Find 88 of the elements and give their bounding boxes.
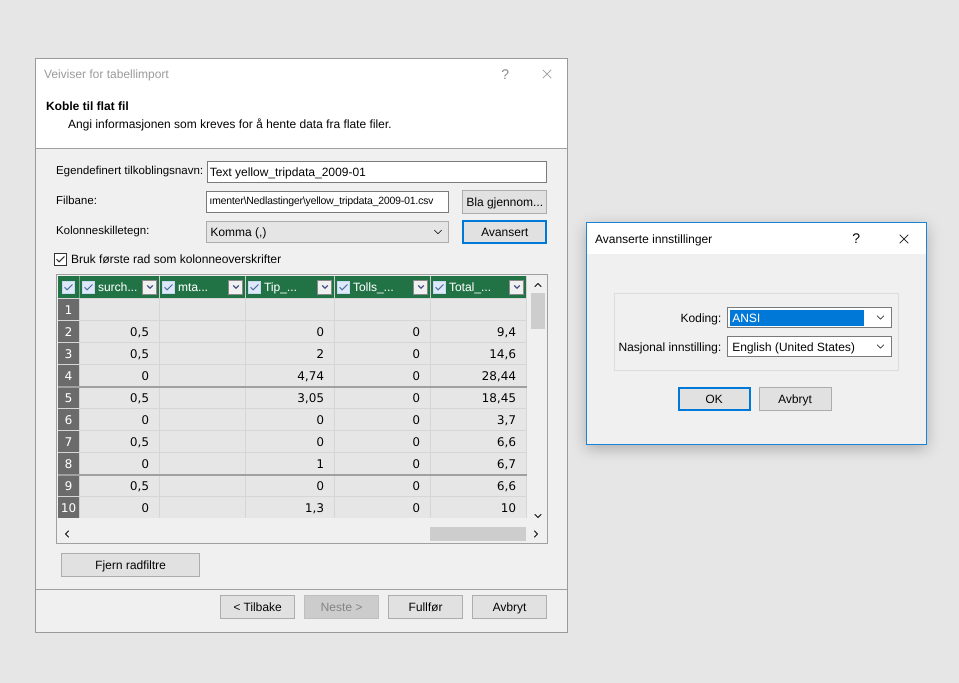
row-number: 7 [58,431,80,452]
table-cell: 0 [335,431,431,452]
row-number: 2 [58,321,80,342]
filter-dropdown-button[interactable] [317,280,332,294]
table-cell: 6,6 [431,431,527,452]
table-cell: 0 [335,365,431,386]
dialog-button[interactable]: OK [678,387,750,411]
window-title: Avanserte innstillinger [595,230,712,248]
column-header[interactable]: Total_... [431,276,527,298]
scroll-thumb[interactable] [430,526,526,540]
dialog-button[interactable]: < Tilbake [220,595,295,619]
table-cell: 0 [335,476,431,496]
field-label: Filbane: [56,194,98,210]
dropdown-field[interactable]: Komma (,) [206,221,450,243]
caret-icon [230,282,240,292]
column-header[interactable]: Tip_... [246,276,335,298]
table-cell: 0 [335,321,431,342]
column-header[interactable]: mta... [160,276,246,298]
table-cell: 0 [80,497,160,518]
input-field[interactable]: Text yellow_tripdata_2009-01 [206,161,547,183]
row-number: 1 [58,299,80,320]
checkbox-label: Bruk første rad som kolonneoverskrifter [71,251,282,268]
dialog-button[interactable]: Fullfør [388,595,463,619]
table-cell: 2 [246,343,335,364]
row-number: 3 [58,343,80,364]
field-label: Koding: [679,310,722,326]
page-heading: Koble til flat fil [46,98,130,115]
field-label: Kolonneskilletegn: [56,224,150,240]
window-title: Veiviser for tabellimport [44,66,169,83]
table-cell: 0 [80,453,160,474]
dialog-button[interactable]: Avbryt [472,595,547,619]
checkbox[interactable] [54,252,67,266]
table-cell: 0,5 [80,343,160,364]
dialog-button[interactable]: Fjern radfiltre [61,553,200,577]
table-cell: 10 [431,497,527,518]
input-field[interactable]: ımenter\Nedlastinger\yellow_tripdata_2009-01.csv [206,191,450,213]
field-label: Nasjonal innstilling: [617,338,722,356]
table-cell: 0 [335,497,431,518]
page-description: Angi informasjonen som kreves for å hente data fra flate filer. [67,116,393,133]
table-cell: 4,74 [246,365,335,386]
dialog-button[interactable]: Avansert [462,220,547,244]
table-cell: 0 [80,409,160,430]
table-cell: 18,45 [431,388,527,408]
dialog-button[interactable]: Bla gjennom... [462,190,547,214]
table-cell: 9,4 [431,321,527,342]
filter-dropdown-button[interactable] [228,280,243,294]
filter-dropdown-button[interactable] [142,280,157,294]
table-cell: 3,7 [431,409,527,430]
table-cell: 0 [246,476,335,496]
row-number: 9 [58,476,80,496]
table-cell: 1 [246,453,335,474]
table-cell: 6,6 [431,476,527,496]
table-cell: 0 [335,453,431,474]
caret-icon [512,282,522,292]
table-cell: 3,05 [246,388,335,408]
caret-icon [416,282,426,292]
table-cell: 0 [246,431,335,452]
table-cell: 14,6 [431,343,527,364]
caret-icon [320,282,330,292]
caret-icon [144,282,154,292]
row-number: 10 [58,497,80,518]
table-cell: 1,3 [246,497,335,518]
table-cell: 0 [335,388,431,408]
row-number: 8 [58,453,80,474]
filter-dropdown-button[interactable] [509,280,524,294]
table-cell: 0 [246,321,335,342]
row-number: 5 [58,388,80,408]
column-header[interactable]: Tolls_... [335,276,431,298]
scroll-thumb[interactable] [530,293,544,329]
row-number: 6 [58,409,80,430]
table-cell: 0,5 [80,321,160,342]
table-cell: 6,7 [431,453,527,474]
help-glyph[interactable]: ? [852,228,860,249]
table-cell: 0,5 [80,431,160,452]
table-cell: 0,5 [80,476,160,496]
table-cell: 0 [335,343,431,364]
table-cell: 0 [80,365,160,386]
table-cell: 0,5 [80,388,160,408]
field-label: Egendefinert tilkoblingsnavn: [56,164,204,180]
dropdown-field[interactable]: ANSI [727,307,892,328]
dropdown-field[interactable]: English (United States) [727,336,892,357]
column-header[interactable]: surch... [80,276,160,298]
row-number: 4 [58,365,80,386]
dialog-button[interactable]: Avbryt [758,387,832,411]
table-cell: 0 [246,409,335,430]
filter-dropdown-button[interactable] [413,280,428,294]
table-cell: 0 [335,409,431,430]
table-cell: 28,44 [431,365,527,386]
